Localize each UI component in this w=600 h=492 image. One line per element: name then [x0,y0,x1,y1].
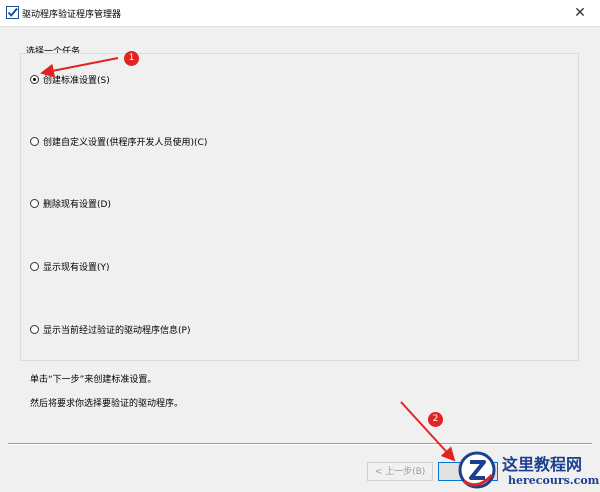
radio-button-icon[interactable] [30,325,39,334]
radio-delete-existing[interactable]: 删除现有设置(D) [30,197,111,210]
radio-button-icon[interactable] [30,199,39,208]
watermark-url: herecours.com [508,474,600,487]
radio-create-standard[interactable]: 创建标准设置(S) [30,73,110,86]
radio-label: 显示现有设置(Y) [43,263,110,273]
radio-label: 显示当前经过验证的驱动程序信息(P) [43,326,191,336]
back-button[interactable]: < 上一步(B) [367,462,433,481]
close-icon: ✕ [574,5,586,21]
radio-label: 删除现有设置(D) [43,200,111,210]
watermark-title: 这里教程网 [502,455,583,474]
radio-button-icon[interactable] [30,137,39,146]
radio-create-custom[interactable]: 创建自定义设置(供程序开发人员使用)(C) [30,135,207,148]
radio-label: 创建标准设置(S) [43,76,110,86]
radio-display-verified-info[interactable]: 显示当前经过验证的驱动程序信息(P) [30,323,190,336]
window-title: 驱动程序验证程序管理器 [22,10,122,20]
radio-button-icon[interactable] [30,262,39,271]
footer-divider [8,443,592,445]
driver-verifier-app-icon [6,6,19,19]
annotation-badge-1: 1 [124,51,139,66]
radio-label: 创建自定义设置(供程序开发人员使用)(C) [43,138,208,148]
watermark: 这里教程网 herecours.com [452,448,600,492]
radio-display-existing[interactable]: 显示现有设置(Y) [30,260,110,273]
radio-button-icon[interactable] [30,75,39,84]
close-button[interactable]: ✕ [560,0,600,26]
title-bar: 驱动程序验证程序管理器 ✕ [0,0,600,27]
site-logo-icon [458,451,496,489]
annotation-arrow-2 [400,401,456,462]
hint-text-1: 单击“下一步”来创建标准设置。 [30,375,157,385]
annotation-badge-2: 2 [428,412,443,427]
hint-text-2: 然后将要求你选择要验证的驱动程序。 [30,399,184,409]
